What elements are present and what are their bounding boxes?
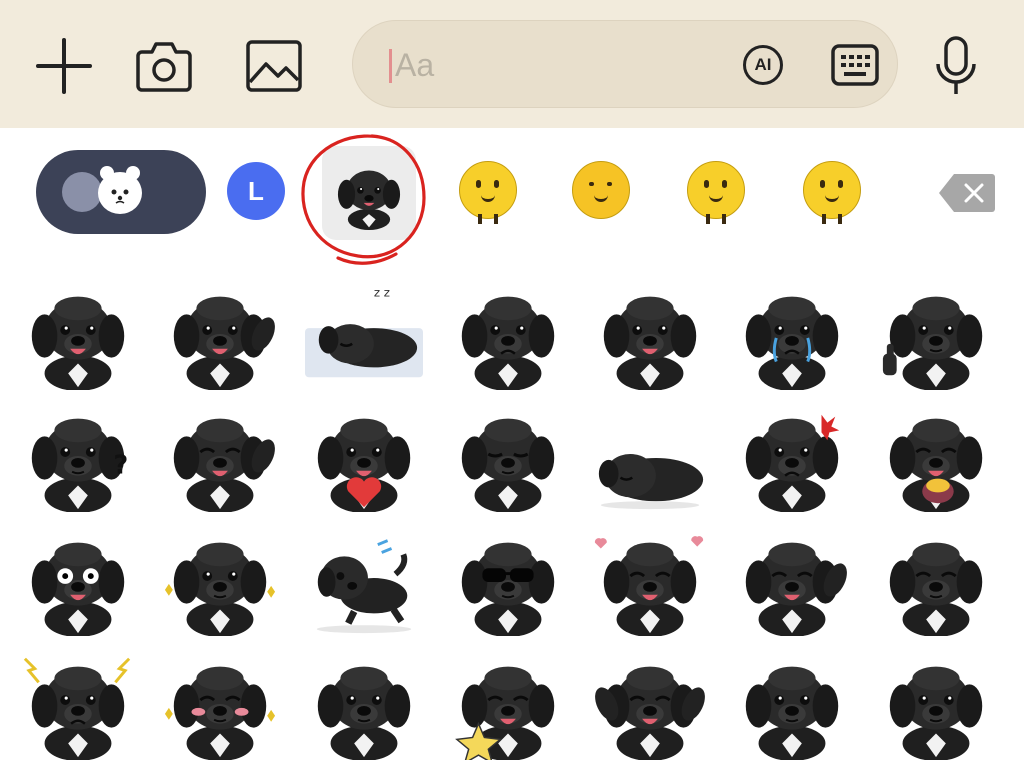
dog-sticker-image — [745, 414, 840, 512]
dog-sticker[interactable] — [300, 642, 428, 760]
delete-backspace-icon[interactable] — [938, 172, 996, 214]
camera-icon[interactable] — [132, 34, 196, 98]
svg-text:?: ? — [113, 451, 128, 481]
blob-sticker-tab-2[interactable] — [565, 154, 637, 226]
dog-sticker[interactable] — [444, 272, 572, 390]
dog-sticker[interactable] — [14, 272, 142, 390]
blob-icon — [572, 161, 630, 219]
blob-sticker-tab-3[interactable] — [680, 154, 752, 226]
ai-button[interactable]: AI — [739, 41, 787, 89]
dog-sticker[interactable] — [156, 272, 284, 390]
dog-sticker-image — [317, 666, 411, 760]
dog-sticker[interactable] — [586, 272, 714, 390]
blob-sticker-tab-4[interactable] — [796, 154, 868, 226]
dog-sticker[interactable] — [586, 642, 714, 760]
dog-sticker-image — [461, 418, 555, 512]
l-tab-label: L — [248, 175, 264, 206]
blob-sticker-tab-1[interactable] — [452, 154, 524, 226]
dog-sticker-image — [316, 539, 412, 634]
dog-sticker-image — [31, 542, 125, 636]
microphone-icon[interactable] — [924, 34, 988, 98]
plus-icon[interactable] — [32, 34, 96, 98]
ai-label: AI — [754, 55, 772, 74]
dog-sticker-image — [594, 536, 704, 636]
keyboard-icon[interactable] — [829, 41, 881, 89]
dog-sticker[interactable] — [872, 518, 1000, 636]
dog-sticker[interactable] — [872, 394, 1000, 512]
dog-sticker-image — [595, 666, 705, 760]
dog-sticker[interactable] — [728, 518, 856, 636]
composer-bar: AI — [0, 0, 1024, 128]
dog-sticker-image — [461, 296, 555, 390]
dog-sticker[interactable] — [300, 394, 428, 512]
bear-icon — [98, 166, 142, 214]
dog-sticker[interactable] — [872, 272, 1000, 390]
dog-sticker-tab[interactable] — [322, 146, 416, 240]
image-icon[interactable] — [242, 34, 306, 98]
dog-sticker-image — [889, 418, 983, 512]
dog-tab-icon — [337, 170, 401, 230]
message-input[interactable] — [395, 41, 715, 89]
dog-sticker[interactable]: z z — [300, 272, 428, 390]
l-tab[interactable]: L — [227, 162, 285, 220]
dog-sticker-image — [598, 454, 704, 510]
svg-text:z z: z z — [374, 286, 390, 300]
dog-sticker-image — [889, 542, 983, 636]
dog-sticker-image — [745, 542, 847, 636]
dog-sticker-image: z z — [305, 286, 423, 378]
dog-sticker[interactable] — [444, 642, 572, 760]
dog-sticker-image — [31, 296, 125, 390]
dog-sticker-image — [164, 542, 276, 636]
dog-sticker[interactable] — [156, 394, 284, 512]
dog-sticker[interactable] — [444, 518, 572, 636]
ai-icon: AI — [743, 45, 783, 85]
dog-sticker[interactable] — [728, 642, 856, 760]
blob-icon — [803, 161, 861, 224]
dog-sticker-image — [745, 296, 839, 390]
dog-sticker-image — [461, 542, 555, 636]
dog-sticker[interactable] — [300, 518, 428, 636]
dog-sticker[interactable] — [872, 642, 1000, 760]
blob-icon — [687, 161, 745, 224]
dog-sticker[interactable] — [586, 518, 714, 636]
emoji-tab[interactable] — [36, 150, 206, 234]
dog-sticker[interactable] — [444, 394, 572, 512]
dog-sticker-image — [745, 666, 839, 760]
dog-sticker-image — [23, 657, 131, 760]
dog-sticker[interactable] — [586, 394, 714, 512]
sticker-tabs: L — [0, 130, 1024, 250]
dog-sticker-image — [889, 666, 983, 760]
dog-sticker[interactable] — [14, 642, 142, 760]
dog-sticker[interactable] — [14, 518, 142, 636]
dog-sticker-image: ? — [31, 418, 128, 512]
dog-sticker[interactable] — [728, 394, 856, 512]
blob-icon — [459, 161, 517, 224]
dog-sticker[interactable] — [156, 518, 284, 636]
dog-sticker-image — [317, 418, 411, 512]
dog-sticker[interactable] — [156, 642, 284, 760]
dog-sticker-image — [455, 666, 555, 760]
dog-sticker-image — [173, 296, 275, 390]
message-field[interactable]: AI — [352, 20, 898, 108]
dog-sticker-image — [164, 666, 276, 760]
dog-sticker[interactable]: ? — [14, 394, 142, 512]
text-cursor — [389, 49, 392, 83]
dog-sticker[interactable] — [728, 272, 856, 390]
dog-sticker-image — [882, 296, 983, 390]
dog-sticker-image — [603, 296, 697, 390]
smiley-icon — [62, 172, 102, 212]
dog-sticker-image — [173, 418, 275, 512]
